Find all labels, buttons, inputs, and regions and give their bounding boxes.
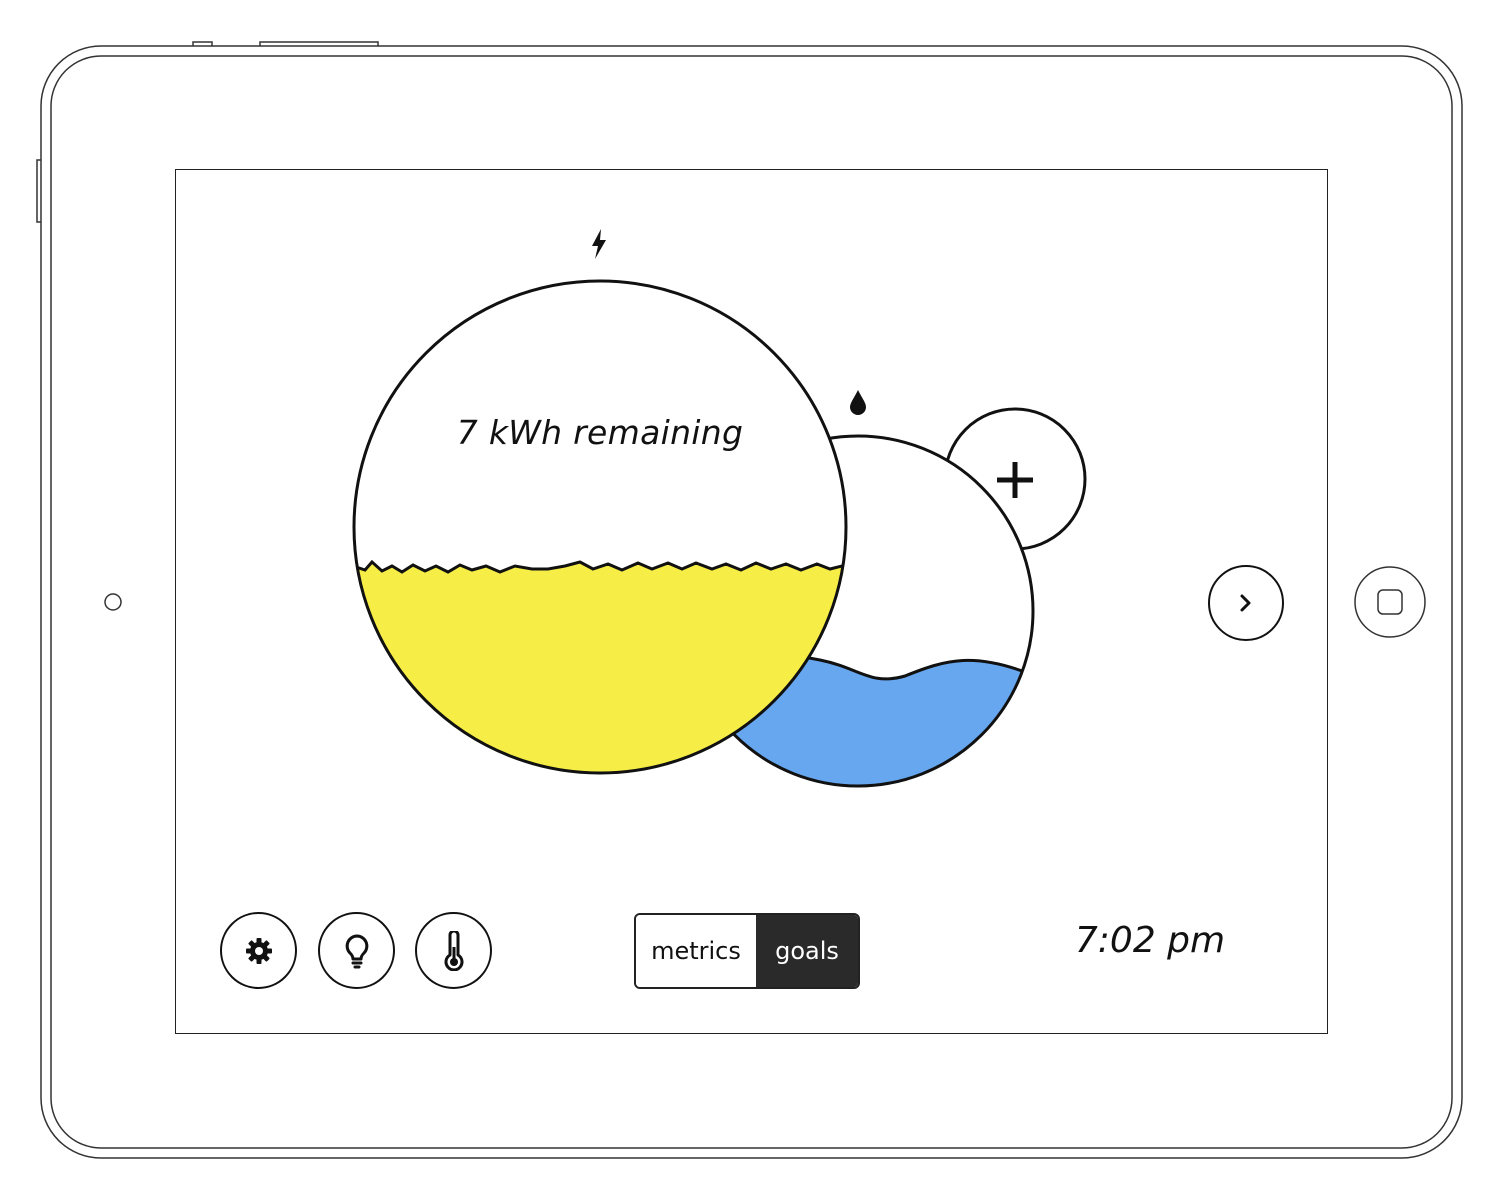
goals-tab[interactable]: goals bbox=[756, 915, 858, 987]
water-drop-icon bbox=[850, 390, 866, 415]
thermometer-button[interactable] bbox=[415, 912, 492, 989]
metrics-tab[interactable]: metrics bbox=[636, 915, 756, 987]
settings-button[interactable] bbox=[220, 912, 297, 989]
gear-icon bbox=[245, 937, 272, 964]
tablet-device: 7 kWh remaining metrics goals 7:02 pm bbox=[0, 0, 1500, 1200]
next-button[interactable] bbox=[1208, 565, 1284, 641]
lightbulb-icon bbox=[345, 934, 368, 968]
metrics-goals-toggle: metrics goals bbox=[634, 913, 860, 989]
lightbulb-button[interactable] bbox=[318, 912, 395, 989]
thermometer-icon bbox=[444, 930, 463, 971]
clock-time: 7:02 pm bbox=[1074, 920, 1226, 961]
lightning-icon bbox=[592, 229, 606, 259]
energy-remaining-label: 7 kWh remaining bbox=[456, 413, 744, 452]
chevron-right-icon bbox=[1240, 594, 1251, 612]
